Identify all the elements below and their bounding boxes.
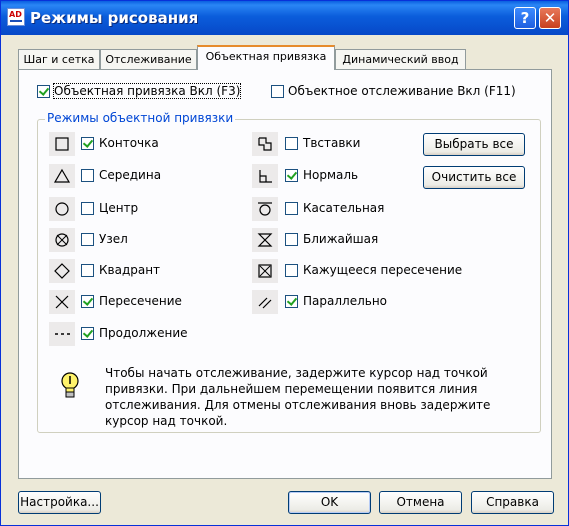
close-button[interactable]: ✕ <box>539 7 561 29</box>
perpendicular-label[interactable]: Нормаль <box>303 168 358 182</box>
select-all-button[interactable]: Выбрать все <box>423 133 525 156</box>
settings-button[interactable]: Настройка... <box>18 491 101 514</box>
otrack-on-label[interactable]: Объектное отслеживание Вкл (F11) <box>288 84 516 98</box>
center-checkbox[interactable] <box>81 202 94 215</box>
midpoint-icon <box>49 164 75 188</box>
tangent-checkbox[interactable] <box>285 202 298 215</box>
intersection-checkbox[interactable] <box>81 295 94 308</box>
title-help-button[interactable]: ? <box>514 7 536 29</box>
window-title: Режимы рисования <box>30 9 199 27</box>
insertion-label[interactable]: Твставки <box>303 136 360 150</box>
extension-checkbox[interactable] <box>81 327 94 340</box>
tangent-label[interactable]: Касательная <box>303 201 384 215</box>
osnap-on-checkbox[interactable] <box>37 85 50 98</box>
tab-snap-grid[interactable]: Шаг и сетка <box>18 49 100 69</box>
apparent-intersection-label[interactable]: Кажущееся пересечение <box>303 263 462 277</box>
tab-dynamic-input[interactable]: Динамический ввод <box>335 49 466 69</box>
endpoint-icon <box>49 132 75 156</box>
center-icon <box>49 197 75 221</box>
apparent-intersection-icon <box>252 259 278 283</box>
apparent-intersection-checkbox[interactable] <box>285 264 298 277</box>
midpoint-label[interactable]: Середина <box>99 168 161 182</box>
node-checkbox[interactable] <box>81 233 94 246</box>
node-icon <box>49 228 75 252</box>
osnap-on-label[interactable]: Объектная привязка Вкл (F3) <box>52 83 242 99</box>
perpendicular-checkbox[interactable] <box>285 169 298 182</box>
nearest-checkbox[interactable] <box>285 233 298 246</box>
tracking-hint-text: Чтобы начать отслеживание, задержите кур… <box>105 366 491 428</box>
ok-button[interactable]: OK <box>288 491 371 514</box>
intersection-label[interactable]: Пересечение <box>99 294 182 308</box>
insertion-icon <box>252 132 278 156</box>
extension-label[interactable]: Продолжение <box>99 326 188 340</box>
endpoint-checkbox[interactable] <box>81 137 94 150</box>
clear-all-button[interactable]: Очистить все <box>423 166 525 189</box>
otrack-on-checkbox[interactable] <box>271 85 284 98</box>
cancel-button[interactable]: Отмена <box>379 491 462 514</box>
center-label[interactable]: Центр <box>99 201 138 215</box>
intersection-icon <box>49 290 75 314</box>
extension-icon <box>49 322 75 346</box>
quadrant-checkbox[interactable] <box>81 264 94 277</box>
autocad-app-icon: AD <box>7 8 25 26</box>
insertion-checkbox[interactable] <box>285 137 298 150</box>
nearest-icon <box>252 228 278 252</box>
dialog-window: AD Режимы рисования ? ✕ Шаг и сетка Отсл… <box>0 0 569 526</box>
midpoint-checkbox[interactable] <box>81 169 94 182</box>
quadrant-icon <box>49 259 75 283</box>
nearest-label[interactable]: Ближайшая <box>303 232 378 246</box>
tab-tracking[interactable]: Отслеживание <box>100 49 197 69</box>
parallel-icon <box>252 290 278 314</box>
tangent-icon <box>252 197 278 221</box>
node-label[interactable]: Узел <box>99 232 128 246</box>
osnap-modes-title: Режимы объектной привязки <box>45 111 236 125</box>
quadrant-label[interactable]: Квадрант <box>99 263 160 277</box>
title-bar[interactable]: AD Режимы рисования ? ✕ <box>1 1 568 35</box>
lightbulb-icon <box>59 371 81 404</box>
tab-object-snap[interactable]: Объектная привязка <box>197 45 335 70</box>
perpendicular-icon <box>252 164 278 188</box>
help-button[interactable]: Справка <box>471 491 554 514</box>
app-icon-text: AD <box>9 10 22 19</box>
endpoint-label[interactable]: Конточка <box>99 136 159 150</box>
parallel-label[interactable]: Параллельно <box>303 294 387 308</box>
parallel-checkbox[interactable] <box>285 295 298 308</box>
